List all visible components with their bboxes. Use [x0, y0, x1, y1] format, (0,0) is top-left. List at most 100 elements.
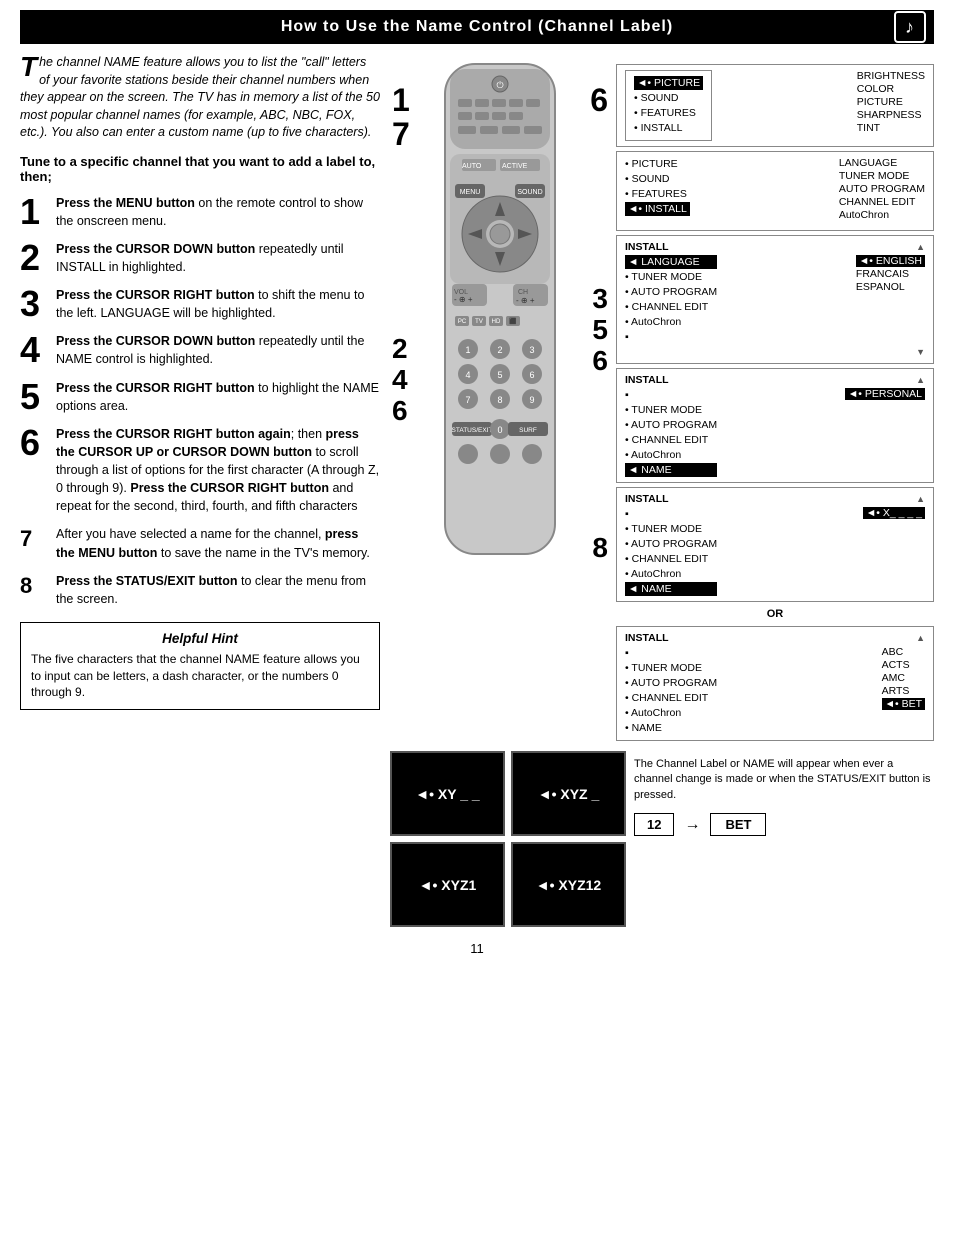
step-num-2: 2 — [20, 240, 48, 276]
svg-text:CH: CH — [518, 289, 528, 296]
channel-display: 12 → BET — [634, 813, 934, 836]
step-text-6: Press the CURSOR RIGHT button again; the… — [56, 425, 380, 516]
panel3-title: INSTALL — [625, 241, 669, 253]
panel2-channel: CHANNEL EDIT — [839, 196, 925, 208]
panel3-tuner: • TUNER MODE — [625, 270, 717, 284]
panel3-auto: • AUTO PROGRAM — [625, 285, 717, 299]
helpful-hint: Helpful Hint The five characters that th… — [20, 622, 380, 710]
panel2-install: ◄• INSTALL — [625, 202, 690, 216]
panel4-dot: ▪ — [625, 388, 717, 402]
step-6: 6 Press the CURSOR RIGHT button again; t… — [20, 425, 380, 516]
channel-number: 12 — [634, 813, 674, 836]
step-text-5: Press the CURSOR RIGHT button to highlig… — [56, 379, 380, 415]
svg-text:⏻: ⏻ — [496, 80, 503, 90]
panel1-item-sound: • SOUND — [634, 91, 703, 105]
panel5-right: ◄• X_ _ _ _ — [863, 507, 925, 519]
panel2-auto: AUTO PROGRAM — [839, 183, 925, 195]
screen-xy: ◄• XY _ _ — [390, 751, 505, 836]
panel3-language: ◄ LANGUAGE — [625, 255, 717, 269]
panel6-dot: ▪ — [625, 646, 717, 660]
panel5-name: ◄ NAME — [625, 582, 717, 596]
header-icon: ♪ — [894, 11, 926, 43]
svg-text:2: 2 — [497, 345, 502, 355]
panel3-autochron: • AutoChron — [625, 315, 717, 329]
step-num-8: 8 — [20, 575, 48, 597]
panel3-up-arrow: ▲ — [916, 242, 925, 252]
svg-text:5: 5 — [497, 370, 502, 380]
panel4-auto: • AUTO PROGRAM — [625, 418, 717, 432]
panel1-brightness: BRIGHTNESS — [857, 70, 925, 82]
panel4-channel: • CHANNEL EDIT — [625, 433, 717, 447]
panel6-right: ABC ACTS AMC ARTS ◄• BET — [882, 646, 925, 710]
svg-text:⬛: ⬛ — [509, 317, 517, 325]
svg-text:AUTO: AUTO — [462, 163, 482, 170]
svg-text:STATUS/EXIT: STATUS/EXIT — [452, 427, 493, 434]
panel2-sound: • SOUND — [625, 172, 690, 186]
channel-name: BET — [710, 813, 766, 836]
menu-panel-6: INSTALL ▲ ▪ • TUNER MODE • AUTO PROGRAM … — [616, 626, 934, 741]
svg-text:8: 8 — [497, 395, 502, 405]
panel6-bet: ◄• BET — [882, 698, 925, 710]
step-num-7: 7 — [20, 528, 48, 550]
panel6-channel: • CHANNEL EDIT — [625, 691, 717, 705]
channel-arrow-icon: → — [684, 816, 700, 834]
panel4-up-arrow: ▲ — [916, 375, 925, 385]
panel5-autochron: • AutoChron — [625, 567, 717, 581]
panel1-item-features: • FEATURES — [634, 106, 703, 120]
hint-body: The five characters that the channel NAM… — [31, 651, 369, 701]
screen-xyz1: ◄• XYZ1 — [390, 842, 505, 927]
bottom-area: ◄• XY _ _ ◄• XYZ _ ◄• XYZ1 ◄• XYZ12 The … — [390, 751, 934, 927]
svg-text:PC: PC — [458, 319, 467, 325]
panel5-title: INSTALL — [625, 493, 669, 505]
page-header: How to Use the Name Control (Channel Lab… — [20, 10, 934, 44]
channel-note-area: The Channel Label or NAME will appear wh… — [634, 751, 934, 836]
panel3-channel: • CHANNEL EDIT — [625, 300, 717, 314]
panel5-tuner: • TUNER MODE — [625, 522, 717, 536]
intro-text: The channel NAME feature allows you to l… — [20, 54, 380, 142]
step-num-1: 1 — [20, 194, 48, 230]
svg-text:- ⊕ +: - ⊕ + — [454, 295, 473, 304]
panel6-auto: • AUTO PROGRAM — [625, 676, 717, 690]
panel2-right: LANGUAGE TUNER MODE AUTO PROGRAM CHANNEL… — [839, 157, 925, 221]
remote-svg: ⏻ — [390, 54, 610, 574]
menu-panels-stack: ◄• PICTURE • SOUND • FEATURES • INSTALL … — [616, 64, 934, 741]
panel4-name: ◄ NAME — [625, 463, 717, 477]
panel4-title: INSTALL — [625, 374, 669, 386]
step-num-5: 5 — [20, 379, 48, 415]
bottom-step-num-8: 8 — [592, 532, 608, 564]
hint-title: Helpful Hint — [31, 631, 369, 646]
menu-panel-4: INSTALL ▲ ▪ • TUNER MODE • AUTO PROGRAM … — [616, 368, 934, 483]
panel1-right-items: BRIGHTNESS COLOR PICTURE SHARPNESS TINT — [857, 70, 925, 134]
panel6-autochron: • AutoChron — [625, 706, 717, 720]
tune-label: Tune to a specific channel that you want… — [20, 154, 380, 184]
svg-text:0: 0 — [497, 425, 502, 435]
panel2-language: LANGUAGE — [839, 157, 925, 169]
panel6-acts: ACTS — [882, 659, 925, 671]
svg-text:3: 3 — [529, 345, 534, 355]
step-num-6: 6 — [20, 425, 48, 461]
svg-text:4: 4 — [465, 370, 470, 380]
panel5-x-chars: ◄• X_ _ _ _ — [863, 507, 925, 519]
panel1-tint: TINT — [857, 122, 925, 134]
screens-grid: ◄• XY _ _ ◄• XYZ _ ◄• XYZ1 ◄• XYZ12 — [390, 751, 626, 927]
drop-cap: T — [20, 54, 37, 79]
svg-text:MENU: MENU — [460, 189, 481, 196]
panel2-features: • FEATURES — [625, 187, 690, 201]
step-num-3: 3 — [20, 286, 48, 322]
panel2-picture: • PICTURE — [625, 157, 690, 171]
panel1-sharpness: SHARPNESS — [857, 109, 925, 121]
remote-area: 17 6 356 246 8 ⏻ — [390, 54, 610, 574]
screen-xyz: ◄• XYZ _ — [511, 751, 626, 836]
panel3-right: ◄• ENGLISH FRANCAIS ESPANOL — [856, 255, 925, 293]
svg-text:7: 7 — [465, 395, 470, 405]
intro-body: he channel NAME feature allows you to li… — [20, 55, 380, 139]
panel3-dot: ▪ — [625, 330, 717, 344]
panel6-arts: ARTS — [882, 685, 925, 697]
panel1-picture: PICTURE — [857, 96, 925, 108]
panel1-item-install: • INSTALL — [634, 121, 703, 135]
left-step-nums: 17 — [392, 84, 410, 151]
step-3: 3 Press the CURSOR RIGHT button to shift… — [20, 286, 380, 322]
svg-text:1: 1 — [465, 345, 470, 355]
step-4: 4 Press the CURSOR DOWN button repeatedl… — [20, 332, 380, 368]
step-5: 5 Press the CURSOR RIGHT button to highl… — [20, 379, 380, 415]
